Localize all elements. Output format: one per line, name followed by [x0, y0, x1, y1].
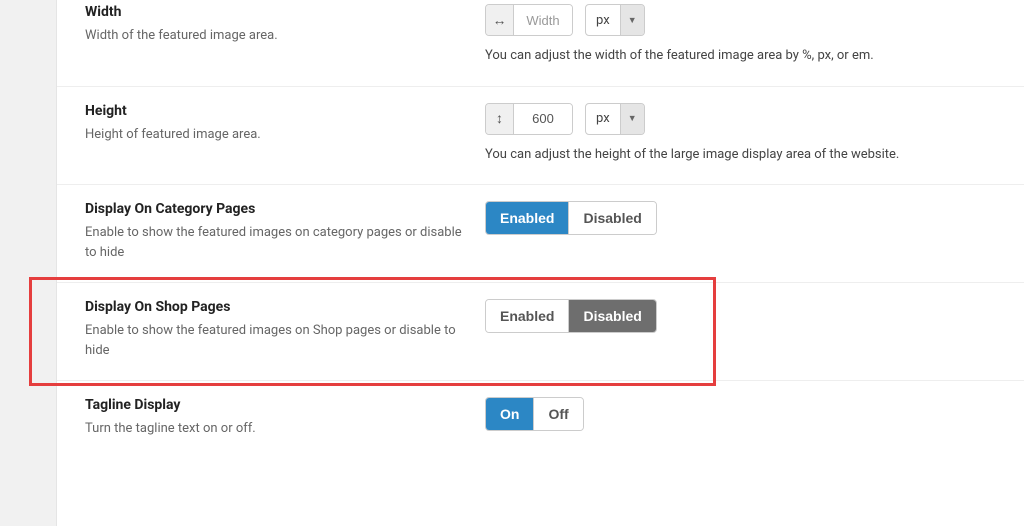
- category-disabled-button[interactable]: Disabled: [568, 202, 655, 234]
- arrows-vertical-icon: ↕: [486, 104, 514, 134]
- category-enabled-button[interactable]: Enabled: [486, 202, 568, 234]
- width-input-group: ↔: [485, 4, 573, 36]
- chevron-down-icon: ▼: [620, 104, 644, 134]
- category-desc: Enable to show the featured images on ca…: [85, 223, 465, 262]
- width-desc: Width of the featured image area.: [85, 26, 465, 46]
- height-desc: Height of featured image area.: [85, 125, 465, 145]
- tagline-off-button[interactable]: Off: [533, 398, 582, 430]
- tagline-toggle: On Off: [485, 397, 584, 431]
- width-unit-value: px: [586, 13, 620, 28]
- height-unit-select[interactable]: px ▼: [585, 103, 645, 135]
- shop-enabled-button[interactable]: Enabled: [486, 300, 568, 332]
- width-input[interactable]: [514, 5, 572, 35]
- setting-row-width: Width Width of the featured image area. …: [57, 0, 1024, 86]
- setting-row-height: Height Height of featured image area. ↕ …: [57, 86, 1024, 185]
- category-title: Display On Category Pages: [85, 201, 465, 217]
- width-unit-select[interactable]: px ▼: [585, 4, 645, 36]
- setting-row-category: Display On Category Pages Enable to show…: [57, 184, 1024, 282]
- width-help: You can adjust the width of the featured…: [485, 46, 996, 66]
- height-title: Height: [85, 103, 465, 119]
- shop-disabled-button[interactable]: Disabled: [568, 300, 655, 332]
- tagline-title: Tagline Display: [85, 397, 465, 413]
- height-unit-value: px: [586, 111, 620, 126]
- shop-desc: Enable to show the featured images on Sh…: [85, 321, 465, 360]
- height-help: You can adjust the height of the large i…: [485, 145, 996, 165]
- shop-title: Display On Shop Pages: [85, 299, 465, 315]
- chevron-down-icon: ▼: [620, 5, 644, 35]
- shop-toggle: Enabled Disabled: [485, 299, 657, 333]
- setting-row-tagline: Tagline Display Turn the tagline text on…: [57, 380, 1024, 459]
- height-input-group: ↕: [485, 103, 573, 135]
- width-title: Width: [85, 4, 465, 20]
- height-input[interactable]: [514, 104, 572, 134]
- tagline-desc: Turn the tagline text on or off.: [85, 419, 465, 439]
- category-toggle: Enabled Disabled: [485, 201, 657, 235]
- tagline-on-button[interactable]: On: [486, 398, 533, 430]
- setting-row-shop: Display On Shop Pages Enable to show the…: [57, 282, 1024, 380]
- arrows-horizontal-icon: ↔: [486, 5, 514, 35]
